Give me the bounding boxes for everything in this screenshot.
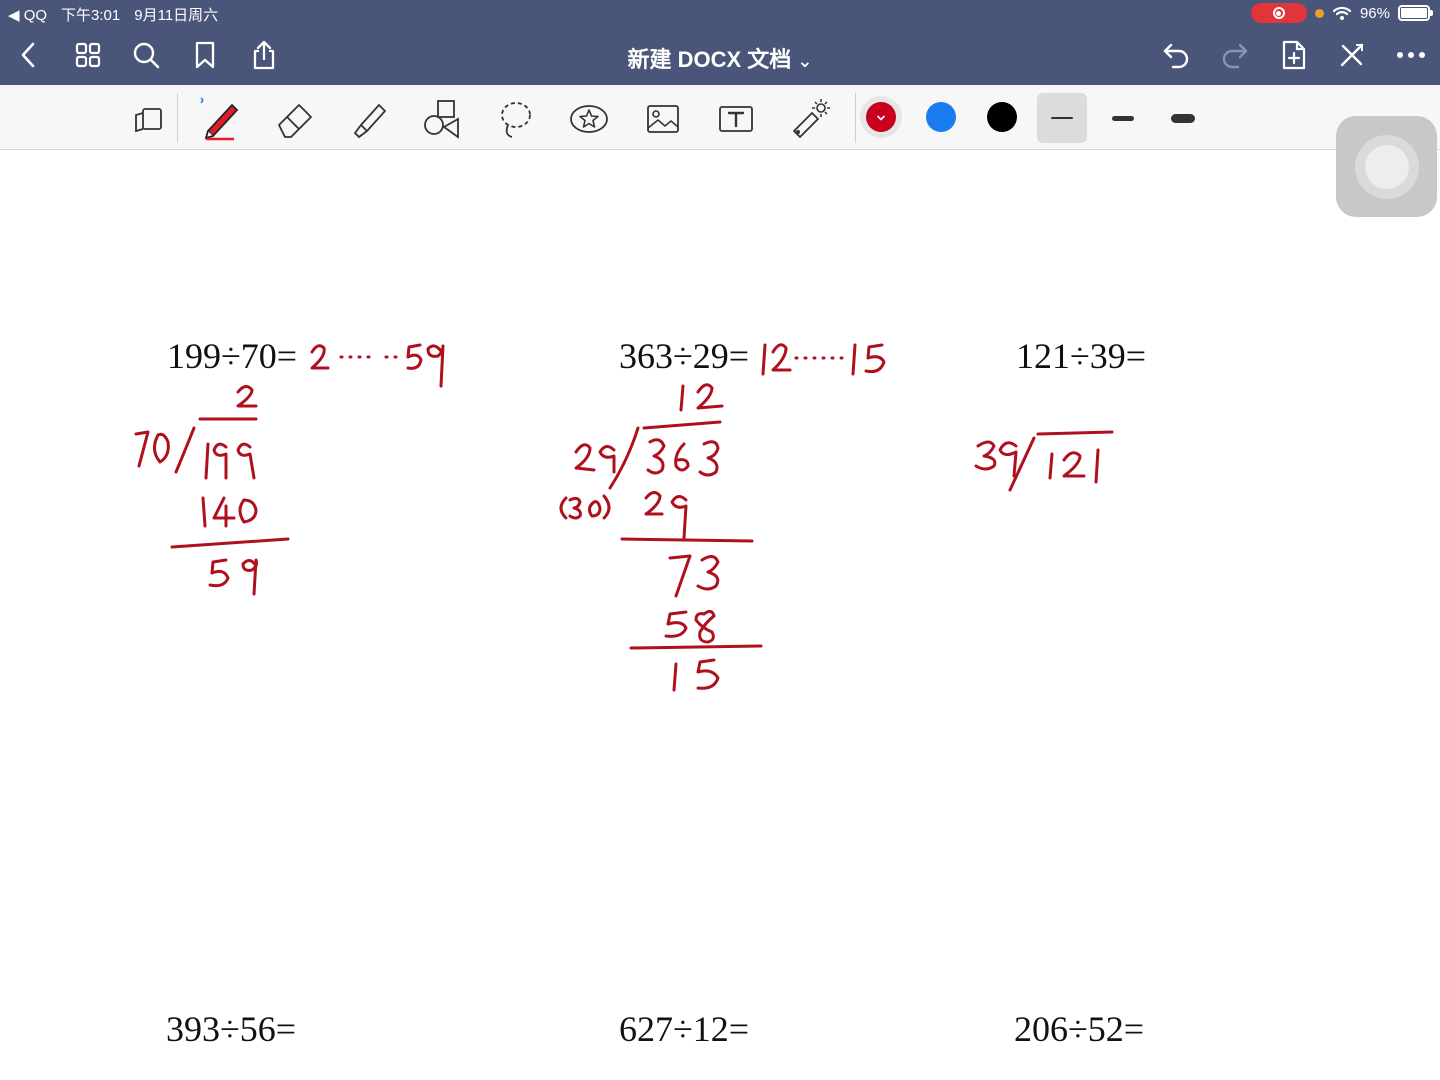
document-title-text: 新建 DOCX 文档 <box>627 47 792 72</box>
stroke-medium[interactable] <box>1098 93 1148 143</box>
chevron-down-icon <box>876 115 886 121</box>
bookmark-button[interactable] <box>188 38 222 72</box>
tools-toggle-button[interactable] <box>1335 38 1369 72</box>
battery-percent: 96% <box>1359 4 1390 22</box>
tool-image[interactable] <box>641 97 685 141</box>
stroke-medium-preview <box>1112 115 1134 121</box>
lasso-icon <box>501 102 531 138</box>
eraser-icon <box>278 104 312 138</box>
sticker-icon <box>570 105 608 133</box>
stroke-thin[interactable] <box>1037 93 1087 143</box>
pencil-cross-icon <box>1340 43 1364 67</box>
tool-shapes[interactable] <box>420 97 464 141</box>
hw-p3-work <box>974 430 1114 492</box>
redo-icon <box>1222 43 1248 69</box>
image-icon <box>647 105 679 133</box>
problem-1: 199÷70= <box>167 336 298 376</box>
status-date: 9月11日周六 <box>134 7 219 24</box>
tool-page-view[interactable] <box>126 97 170 141</box>
record-icon <box>1272 7 1285 19</box>
stroke-thin-preview <box>1051 117 1073 119</box>
share-icon <box>253 40 275 70</box>
color-black[interactable] <box>987 102 1017 132</box>
bookmark-icon <box>195 41 215 69</box>
document-title-button[interactable]: 新建 DOCX 文档 ⌄ <box>627 47 812 72</box>
tool-highlighter[interactable] <box>347 97 391 141</box>
chevron-down-icon: ⌄ <box>797 51 813 71</box>
undo-button[interactable] <box>1159 38 1193 72</box>
problem-4: 393÷56= <box>166 1009 297 1049</box>
tool-lasso[interactable] <box>494 97 538 141</box>
back-button[interactable] <box>12 38 46 72</box>
text-box-icon <box>719 106 753 132</box>
top-bar: ◀ QQ 下午3:01 9月11日周六 96% 新建 DOCX 文档 ⌄ <box>0 0 1440 85</box>
toolbar-divider <box>855 93 856 143</box>
grid-icon <box>75 42 101 68</box>
share-button[interactable] <box>247 38 281 72</box>
status-time: 下午3:01 <box>61 7 121 24</box>
battery-icon <box>1398 5 1433 21</box>
search-icon <box>133 42 160 69</box>
hw-p1-work <box>134 385 290 596</box>
navigation-row: 新建 DOCX 文档 ⌄ <box>0 28 1440 84</box>
microphone-indicator <box>1314 8 1324 18</box>
color-blue[interactable] <box>926 102 956 132</box>
add-page-button[interactable] <box>1277 38 1311 72</box>
problem-2: 363÷29= <box>619 336 750 376</box>
more-button[interactable] <box>1394 38 1428 72</box>
problem-5: 627÷12= <box>619 1009 750 1049</box>
problem-6: 206÷52= <box>1014 1009 1145 1049</box>
tool-pen[interactable] <box>198 97 242 141</box>
highlighter-icon <box>353 104 386 139</box>
handwriting-layer <box>134 343 1114 692</box>
hw-p2-answer <box>761 343 886 376</box>
laser-pointer-icon <box>793 99 830 138</box>
back-to-app-link[interactable]: ◀ QQ <box>8 6 47 24</box>
annotation-toolbar <box>0 85 1440 150</box>
hw-p2-work <box>559 383 763 692</box>
assistive-touch-ring <box>1354 134 1419 199</box>
assistive-touch-button[interactable] <box>1336 116 1437 217</box>
problem-3: 121÷39= <box>1016 336 1147 376</box>
more-icon <box>1397 52 1425 58</box>
chevron-left-icon <box>21 42 35 68</box>
toolbar-divider <box>177 93 178 143</box>
stroke-thick-preview <box>1171 113 1195 123</box>
page-view-icon <box>135 108 162 133</box>
shapes-icon <box>424 100 459 139</box>
stroke-thick[interactable] <box>1158 93 1208 143</box>
color-red[interactable] <box>866 102 896 132</box>
tool-laser-pointer[interactable] <box>788 97 832 141</box>
assistive-touch-core <box>1364 144 1409 189</box>
search-button[interactable] <box>129 38 163 72</box>
screen-recording-indicator[interactable] <box>1250 3 1307 23</box>
thumbnails-button[interactable] <box>71 38 105 72</box>
tool-eraser[interactable] <box>273 97 317 141</box>
tool-sticker[interactable] <box>567 97 611 141</box>
redo-button[interactable] <box>1218 38 1252 72</box>
hw-p1-answer <box>310 343 445 388</box>
wifi-icon <box>1332 6 1352 20</box>
undo-icon <box>1163 43 1189 69</box>
add-page-icon <box>1282 40 1306 70</box>
tool-text[interactable] <box>714 97 758 141</box>
status-bar: ◀ QQ 下午3:01 9月11日周六 96% <box>0 0 1440 26</box>
pen-icon <box>200 97 239 141</box>
